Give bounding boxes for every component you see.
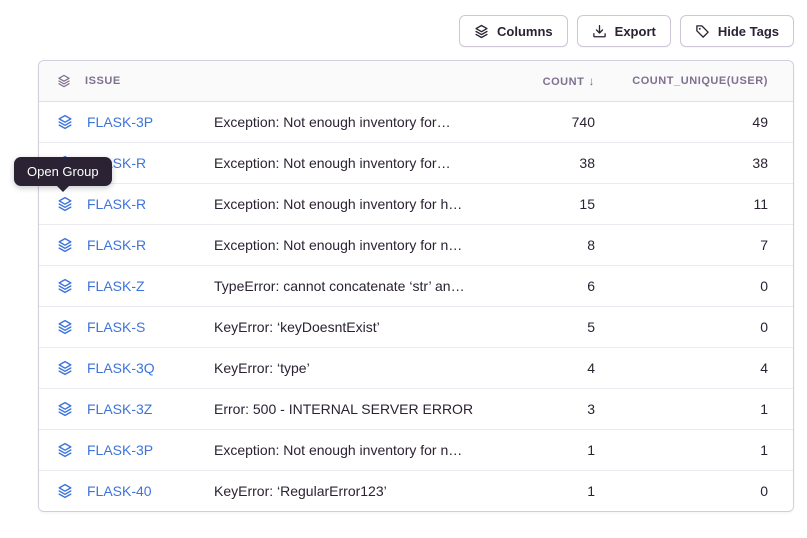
column-header-issue[interactable]: ISSUE xyxy=(39,61,214,101)
count-unique-value: 38 xyxy=(603,142,793,183)
issue-title: KeyError: ‘keyDoesntExist’ xyxy=(214,319,493,335)
open-group-stack-icon[interactable] xyxy=(57,278,73,294)
count-unique-value: 49 xyxy=(603,101,793,142)
results-table: ISSUE COUNT↓ COUNT_UNIQUE(USER) FLASK-3P xyxy=(39,61,793,511)
open-group-stack-icon[interactable] xyxy=(57,360,73,376)
column-header-issue-label: ISSUE xyxy=(85,75,121,87)
count-value: 15 xyxy=(493,183,603,224)
hide-tags-button[interactable]: Hide Tags xyxy=(680,15,794,47)
open-group-stack-icon[interactable] xyxy=(57,401,73,417)
issue-link[interactable]: FLASK-3Z xyxy=(87,401,152,417)
open-group-tooltip-label: Open Group xyxy=(27,164,99,179)
issue-title: KeyError: ‘RegularError123’ xyxy=(214,483,493,499)
toolbar: Columns Export Hide Tags xyxy=(459,15,794,47)
open-group-stack-icon[interactable] xyxy=(57,237,73,253)
open-group-stack-icon[interactable] xyxy=(57,114,73,130)
issue-title: Exception: Not enough inventory for n… xyxy=(214,237,493,253)
open-group-stack-icon[interactable] xyxy=(57,319,73,335)
issue-title: Exception: Not enough inventory for n… xyxy=(214,442,493,458)
columns-button[interactable]: Columns xyxy=(459,15,568,47)
table-header-row: ISSUE COUNT↓ COUNT_UNIQUE(USER) xyxy=(39,61,793,101)
count-value: 8 xyxy=(493,224,603,265)
column-header-count[interactable]: COUNT↓ xyxy=(493,61,603,101)
issue-link[interactable]: FLASK-3P xyxy=(87,442,153,458)
count-unique-value: 1 xyxy=(603,429,793,470)
export-button[interactable]: Export xyxy=(577,15,671,47)
count-value: 5 xyxy=(493,306,603,347)
issue-link[interactable]: FLASK-40 xyxy=(87,483,152,499)
export-button-label: Export xyxy=(615,24,656,39)
table-row: FLASK-R Exception: Not enough inventory … xyxy=(39,183,793,224)
table-row: FLASK-3Z Error: 500 - INTERNAL SERVER ER… xyxy=(39,388,793,429)
results-table-card: ISSUE COUNT↓ COUNT_UNIQUE(USER) FLASK-3P xyxy=(38,60,794,512)
column-header-count-unique[interactable]: COUNT_UNIQUE(USER) xyxy=(603,61,793,101)
count-value: 1 xyxy=(493,470,603,511)
issue-title: Exception: Not enough inventory for… xyxy=(214,155,493,171)
issue-link[interactable]: FLASK-3Q xyxy=(87,360,155,376)
open-group-stack-icon[interactable] xyxy=(57,483,73,499)
open-group-stack-icon[interactable] xyxy=(57,196,73,212)
issue-link[interactable]: FLASK-Z xyxy=(87,278,145,294)
hide-tags-button-label: Hide Tags xyxy=(718,24,779,39)
table-row: FLASK-3Q KeyError: ‘type’ 4 4 xyxy=(39,347,793,388)
tag-icon xyxy=(695,24,710,39)
table-body: FLASK-3P Exception: Not enough inventory… xyxy=(39,101,793,511)
issue-title: Error: 500 - INTERNAL SERVER ERROR xyxy=(214,401,493,417)
count-unique-value: 11 xyxy=(603,183,793,224)
table-row: FLASK-R Exception: Not enough inventory … xyxy=(39,224,793,265)
column-header-count-label: COUNT xyxy=(543,76,585,88)
open-group-tooltip: Open Group xyxy=(14,157,112,186)
table-row: FLASK-R Exception: Not enough inventory … xyxy=(39,142,793,183)
columns-stack-icon xyxy=(474,24,489,39)
open-group-stack-icon[interactable] xyxy=(57,442,73,458)
table-row: FLASK-3P Exception: Not enough inventory… xyxy=(39,429,793,470)
count-unique-value: 7 xyxy=(603,224,793,265)
issue-link[interactable]: FLASK-3P xyxy=(87,114,153,130)
issue-title: TypeError: cannot concatenate ‘str’ an… xyxy=(214,278,493,294)
column-header-count-unique-label: COUNT_UNIQUE(USER) xyxy=(632,75,768,87)
table-row: FLASK-S KeyError: ‘keyDoesntExist’ 5 0 xyxy=(39,306,793,347)
issue-title: Exception: Not enough inventory for h… xyxy=(214,196,493,212)
issue-link[interactable]: FLASK-R xyxy=(87,237,146,253)
column-header-title xyxy=(214,61,493,101)
issue-link[interactable]: FLASK-R xyxy=(87,196,146,212)
table-row: FLASK-40 KeyError: ‘RegularError123’ 1 0 xyxy=(39,470,793,511)
issue-title: Exception: Not enough inventory for… xyxy=(214,114,493,130)
table-row: FLASK-3P Exception: Not enough inventory… xyxy=(39,101,793,142)
count-unique-value: 0 xyxy=(603,306,793,347)
count-value: 6 xyxy=(493,265,603,306)
stack-icon xyxy=(57,74,71,88)
table-row: FLASK-Z TypeError: cannot concatenate ‘s… xyxy=(39,265,793,306)
count-value: 4 xyxy=(493,347,603,388)
sort-desc-icon: ↓ xyxy=(588,74,595,88)
count-unique-value: 0 xyxy=(603,265,793,306)
count-value: 1 xyxy=(493,429,603,470)
count-value: 740 xyxy=(493,101,603,142)
issue-link[interactable]: FLASK-S xyxy=(87,319,145,335)
count-unique-value: 4 xyxy=(603,347,793,388)
download-icon xyxy=(592,24,607,39)
count-value: 3 xyxy=(493,388,603,429)
columns-button-label: Columns xyxy=(497,24,553,39)
count-value: 38 xyxy=(493,142,603,183)
count-unique-value: 0 xyxy=(603,470,793,511)
count-unique-value: 1 xyxy=(603,388,793,429)
issue-title: KeyError: ‘type’ xyxy=(214,360,493,376)
